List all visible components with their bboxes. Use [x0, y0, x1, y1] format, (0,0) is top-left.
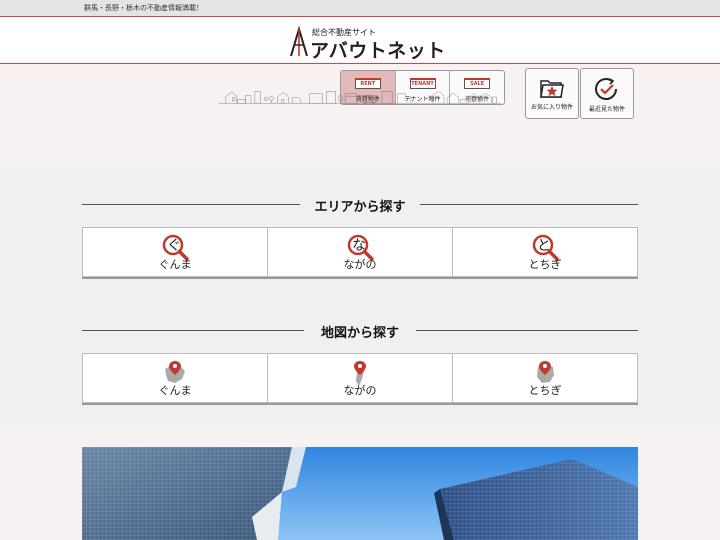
map-search-heading: 地図から探す	[82, 322, 638, 341]
logo-name: アバウトネット	[310, 40, 446, 62]
skyscraper-photo	[82, 447, 638, 540]
map-search-title: 地図から探す	[320, 326, 399, 341]
site-header: 総合不動産サイト アバウトネット	[0, 16, 720, 64]
town-skyline-illustration	[218, 91, 502, 104]
map-search-buttons: ぐんま ながの とちぎ	[82, 353, 638, 403]
area-gunma-label: ぐんま	[158, 258, 192, 271]
svg-text:な: な	[352, 238, 366, 254]
map-button-nagano[interactable]: ながの	[267, 353, 452, 403]
top-bar: 群馬・長野・栃木の不動産情報満載！	[0, 0, 720, 16]
map-tochigi-label: とちぎ	[528, 384, 562, 397]
tagline: 群馬・長野・栃木の不動産情報満載！	[84, 4, 203, 12]
area-search-buttons: ぐ ぐんま な ながの と とちぎ	[82, 227, 638, 277]
area-tochigi-label: とちぎ	[528, 258, 562, 271]
area-search-title: エリアから探す	[314, 200, 406, 215]
map-button-gunma[interactable]: ぐんま	[82, 353, 267, 403]
area-nagano-label: ながの	[343, 258, 377, 271]
area-search-heading: エリアから探す	[82, 196, 638, 215]
map-gunma-label: ぐんま	[158, 384, 192, 397]
area-button-nagano[interactable]: な ながの	[267, 227, 452, 277]
logo-mark-icon	[290, 25, 308, 57]
map-button-tochigi[interactable]: とちぎ	[452, 353, 638, 403]
area-button-tochigi[interactable]: と とちぎ	[452, 227, 638, 277]
svg-text:ぐ: ぐ	[167, 238, 181, 254]
svg-text:と: と	[537, 238, 551, 254]
area-button-gunma[interactable]: ぐ ぐんま	[82, 227, 267, 277]
recently-viewed-label: 最近見た物件	[588, 106, 625, 113]
map-nagano-label: ながの	[343, 384, 377, 397]
site-logo[interactable]: 総合不動産サイト アバウトネット	[286, 25, 445, 62]
